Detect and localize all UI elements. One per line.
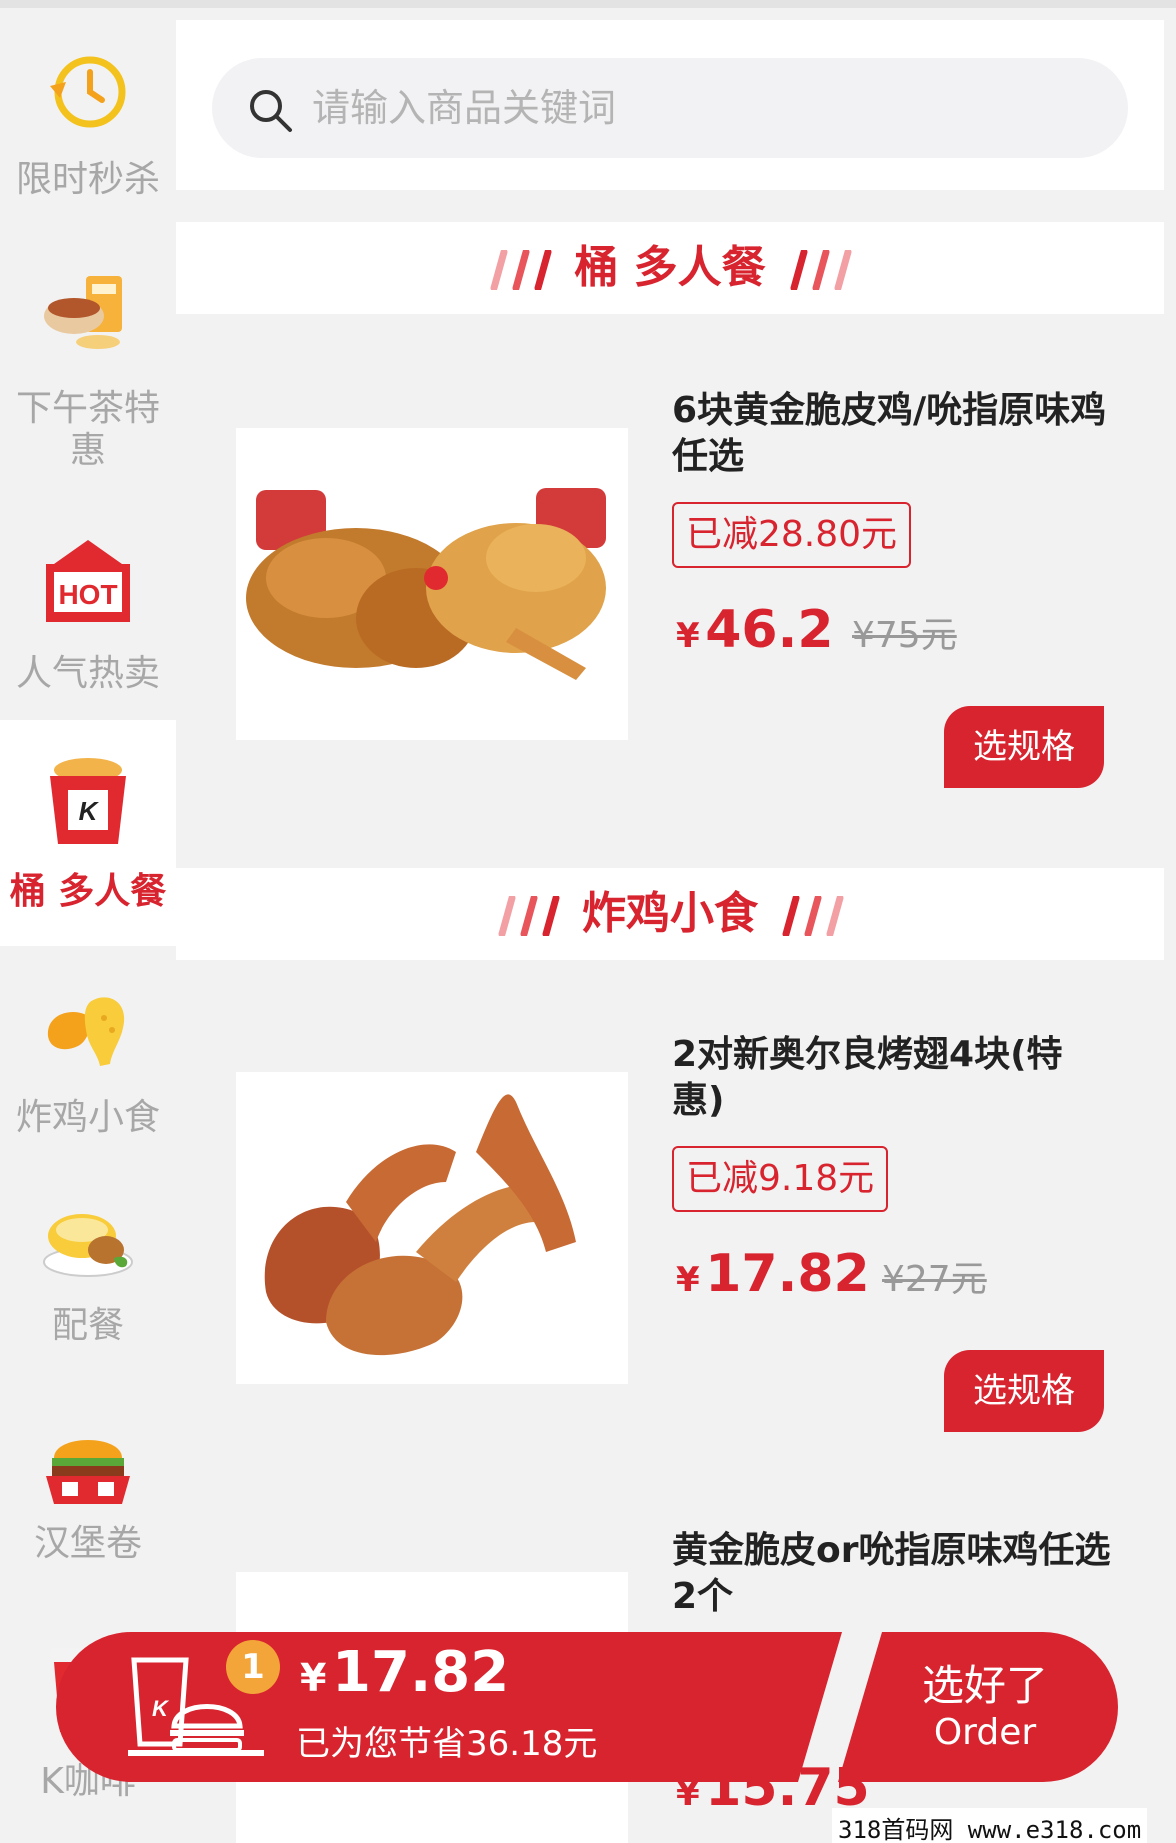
product-card[interactable]: 6块黄金脆皮鸡/吮指原味鸡 任选 已减28.80元 ¥ 46.2 ¥75元 选规… <box>176 388 1164 808</box>
search-input[interactable]: 请输入商品关键词 <box>212 58 1128 158</box>
sidebar-item-burgers[interactable]: 汉堡卷 <box>0 1418 176 1598</box>
top-divider <box>0 0 1176 8</box>
fried-chicken-icon <box>47 997 125 1066</box>
fried-chicken-image <box>246 488 606 680</box>
sidebar-item-label: 限时秒杀 <box>15 159 160 200</box>
svg-text:K: K <box>152 1696 170 1721</box>
price-value: 46.2 <box>705 600 834 660</box>
slash-decoration-icon <box>790 250 852 290</box>
svg-text:HOT: HOT <box>58 579 117 610</box>
order-button-label-en: Order <box>933 1712 1037 1753</box>
product-image[interactable] <box>236 1072 628 1384</box>
product-card[interactable]: 2对新奥尔良烤翅4块(特惠) 已减9.18元 ¥ 17.82 ¥27元 选规格 <box>176 1032 1164 1452</box>
search-placeholder: 请输入商品关键词 <box>312 86 617 130</box>
product-price: ¥ 17.82 <box>676 1244 870 1304</box>
sidebar-item-label: 桶 多人餐 <box>9 871 167 912</box>
section-title-text: 桶 多人餐 <box>574 242 766 293</box>
product-list: 请输入商品关键词 桶 多人餐 6块黄金脆皮鸡/吮指原味鸡 任选 已减28.80元… <box>176 8 1176 1843</box>
search-icon <box>250 90 292 132</box>
sidebar-item-fried-chicken[interactable]: 炸鸡小食 <box>0 978 176 1158</box>
select-spec-button[interactable]: 选规格 <box>944 706 1104 788</box>
sidebar-item-flash-sale[interactable]: 限时秒杀 <box>0 28 176 208</box>
product-price: ¥ 46.2 <box>676 600 834 660</box>
chicken-wings-image <box>264 1094 576 1356</box>
sidebar-item-side-dishes[interactable]: 配餐 <box>0 1198 176 1378</box>
product-image[interactable] <box>236 428 628 740</box>
bucket-icon: K <box>50 758 126 844</box>
cart-savings-text: 已为您节省36.18元 <box>296 1724 598 1764</box>
original-price: ¥75元 <box>852 615 957 656</box>
afternoon-tea-icon <box>44 276 122 349</box>
price-value: 17.82 <box>705 1244 870 1304</box>
sidebar-item-label: 配餐 <box>51 1305 124 1346</box>
currency-symbol: ¥ <box>676 1260 700 1300</box>
discount-badge: 已减28.80元 <box>672 502 912 568</box>
burger-icon <box>46 1440 130 1504</box>
sidebar-item-afternoon-tea[interactable]: 下午茶特 惠 <box>0 258 176 478</box>
product-name: 黄金脆皮or吮指原味鸡任选2个 <box>672 1530 1111 1617</box>
clock-icon <box>50 56 126 128</box>
section-header-bucket-meals: 桶 多人餐 <box>176 222 1164 314</box>
sidebar-item-label: 汉堡卷 <box>33 1523 142 1564</box>
sidebar-item-hot-sale[interactable]: HOT 人气热卖 <box>0 528 176 708</box>
section-title-text: 炸鸡小食 <box>582 888 758 939</box>
product-name: 6块黄金脆皮鸡/吮指原味鸡 任选 <box>672 390 1107 477</box>
slash-decoration-icon <box>498 896 560 936</box>
side-dish-icon <box>43 1214 133 1277</box>
section-title: 桶 多人餐 <box>176 240 1164 296</box>
discount-badge: 已减9.18元 <box>672 1146 889 1212</box>
category-sidebar: 限时秒杀 下午茶特 惠 HOT 人气热卖 K 桶 多人餐 炸鸡小食 配餐 汉堡卷… <box>0 8 176 1843</box>
original-price: ¥27元 <box>882 1259 987 1300</box>
currency-symbol: ¥ <box>300 1656 327 1700</box>
cart-total: ¥ 17.82 <box>300 1640 509 1705</box>
cart-count-badge: 1 <box>226 1640 280 1694</box>
currency-symbol: ¥ <box>676 616 700 656</box>
slash-decoration-icon <box>782 896 844 936</box>
hot-icon: HOT <box>46 540 130 622</box>
section-title: 炸鸡小食 <box>176 886 1164 942</box>
svg-text:K: K <box>79 796 100 826</box>
product-name: 2对新奥尔良烤翅4块(特惠) <box>672 1034 1063 1121</box>
slash-decoration-icon <box>490 250 552 290</box>
search-bar-container: 请输入商品关键词 <box>176 20 1164 190</box>
sidebar-item-label: 人气热卖 <box>15 653 160 694</box>
cart-total-value: 17.82 <box>332 1640 510 1705</box>
order-button-label: 选好了 <box>921 1661 1048 1710</box>
watermark: 318首码网 www.e318.com <box>832 1808 1148 1843</box>
sidebar-item-bucket-meals[interactable]: K 桶 多人餐 <box>0 720 176 946</box>
sidebar-item-label: 炸鸡小食 <box>15 1097 160 1138</box>
section-header-fried-chicken: 炸鸡小食 <box>176 868 1164 960</box>
sidebar-item-label: 下午茶特 惠 <box>15 388 160 471</box>
select-spec-button[interactable]: 选规格 <box>944 1350 1104 1432</box>
